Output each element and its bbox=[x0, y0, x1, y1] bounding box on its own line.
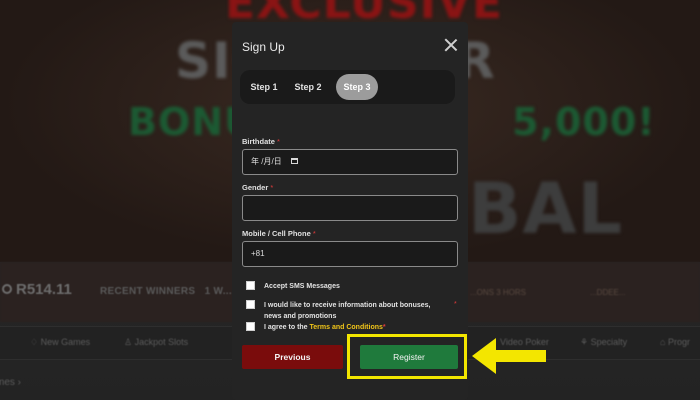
modal-title: Sign Up bbox=[242, 40, 285, 54]
terms-checkbox[interactable] bbox=[246, 322, 255, 331]
terms-link[interactable]: Terms and Conditions bbox=[310, 324, 383, 331]
gender-label: Gender * bbox=[242, 183, 274, 192]
nav-specialty[interactable]: ⚘ Specialty bbox=[580, 337, 627, 348]
nav-new-games[interactable]: ♢ New Games bbox=[30, 337, 90, 348]
recent-winner-item: ...DDEE... bbox=[590, 288, 626, 297]
pointer-arrow-icon bbox=[472, 338, 546, 374]
promotions-label: I would like to receive information abou… bbox=[264, 302, 431, 320]
calendar-icon[interactable] bbox=[291, 158, 298, 164]
nav-jackpot-slots[interactable]: ♙ Jackpot Slots bbox=[124, 337, 188, 348]
sms-checkbox[interactable] bbox=[246, 281, 255, 290]
birthdate-label: Birthdate * bbox=[242, 137, 280, 146]
phone-label: Mobile / Cell Phone * bbox=[242, 229, 316, 238]
nav-progressive[interactable]: ⌂ Progr bbox=[660, 337, 690, 347]
gender-field[interactable] bbox=[242, 195, 458, 221]
register-highlight-box bbox=[347, 334, 467, 379]
tab-step-2[interactable]: Step 2 bbox=[288, 74, 328, 100]
sms-label: Accept SMS Messages bbox=[264, 283, 340, 290]
step-tabs: Step 1 Step 2 Step 3 bbox=[240, 70, 455, 104]
terms-label: I agree to the Terms and Conditions* bbox=[264, 324, 386, 331]
promotions-required-mark: * bbox=[454, 301, 457, 308]
banner-text-bal: BAL bbox=[468, 168, 624, 250]
coin-icon bbox=[2, 284, 12, 294]
phone-field[interactable]: +81 bbox=[242, 241, 458, 267]
previous-button[interactable]: Previous bbox=[242, 345, 343, 369]
games-link[interactable]: mes › bbox=[0, 377, 21, 388]
tab-step-1[interactable]: Step 1 bbox=[244, 74, 284, 100]
tab-step-3[interactable]: Step 3 bbox=[336, 74, 378, 100]
close-icon[interactable] bbox=[444, 38, 458, 52]
birthdate-placeholder: 年 /月/日 bbox=[251, 157, 282, 166]
promotions-checkbox[interactable] bbox=[246, 300, 255, 309]
recent-winners-label: RECENT WINNERS 1 W... bbox=[100, 286, 232, 297]
recent-winner-item: ...ONS 3 HORS bbox=[470, 288, 527, 297]
birthdate-field[interactable]: 年 /月/日 bbox=[242, 149, 458, 175]
phone-value: +81 bbox=[251, 249, 265, 258]
balance-amount: R514.11 bbox=[16, 281, 72, 298]
